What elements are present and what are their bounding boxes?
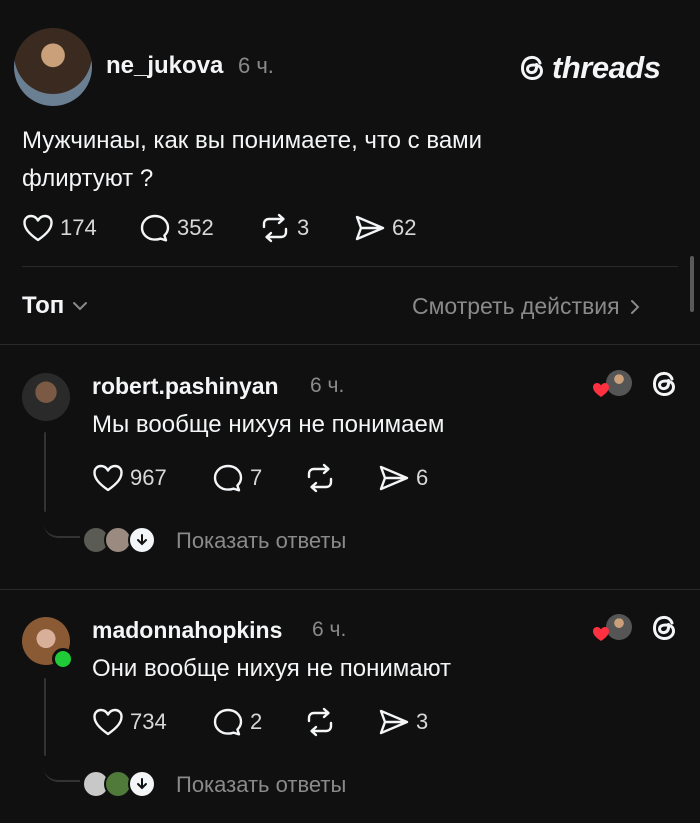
- threads-wordmark: threads: [552, 50, 661, 85]
- post-text: Мужчинаы, как вы понимаете, что с вами ф…: [22, 122, 482, 198]
- share-icon: [379, 709, 409, 735]
- reply-time: 6 ч.: [310, 374, 345, 397]
- show-replies-button[interactable]: Показать ответы: [82, 768, 402, 802]
- reply-username[interactable]: madonnahopkins: [92, 617, 282, 644]
- comment-count: 2: [250, 709, 263, 734]
- liked-by-author-badge: [592, 614, 632, 644]
- expand-replies-icon: [128, 526, 156, 554]
- like-button[interactable]: 967: [92, 463, 167, 493]
- reply-username[interactable]: robert.pashinyan: [92, 373, 279, 400]
- author-avatar[interactable]: [14, 28, 92, 106]
- view-activity-label: Смотреть действия: [412, 293, 620, 319]
- share-count: 62: [392, 215, 417, 240]
- repost-count: 3: [297, 215, 310, 240]
- share-button[interactable]: 3: [378, 707, 428, 737]
- show-replies-label: Показать ответы: [176, 528, 347, 553]
- sort-dropdown[interactable]: Топ: [22, 292, 88, 320]
- expand-replies-icon: [128, 770, 156, 798]
- like-count: 734: [130, 709, 167, 734]
- reply-time: 6 ч.: [312, 618, 347, 641]
- comment-count: 352: [177, 215, 214, 240]
- liked-by-author-badge: [592, 370, 632, 400]
- post-text-line-2: флиртуют ?: [22, 165, 154, 192]
- threads-icon[interactable]: [650, 612, 680, 644]
- like-button[interactable]: 734: [92, 707, 167, 737]
- chevron-right-icon: [630, 299, 640, 314]
- post-divider: [22, 266, 678, 267]
- threads-icon[interactable]: [650, 368, 680, 400]
- comment-count: 7: [250, 465, 263, 490]
- section-divider-1: [0, 344, 700, 345]
- repost-button[interactable]: 3: [259, 213, 309, 243]
- share-count: 6: [416, 465, 429, 490]
- threads-icon: [520, 55, 544, 81]
- comment-icon: [213, 464, 243, 492]
- comment-icon: [213, 708, 243, 736]
- online-indicator: [52, 648, 74, 670]
- show-replies-label: Показать ответы: [176, 772, 347, 797]
- show-replies-button[interactable]: Показать ответы: [82, 524, 402, 558]
- heart-icon: [93, 464, 123, 492]
- comment-button[interactable]: 7: [212, 463, 262, 493]
- repost-button[interactable]: [304, 707, 336, 737]
- share-button[interactable]: 6: [378, 463, 428, 493]
- like-button[interactable]: 174: [22, 213, 97, 243]
- repost-icon: [307, 463, 333, 493]
- reply-text: Мы вообще нихуя не понимаем: [92, 411, 445, 438]
- comment-button[interactable]: 2: [212, 707, 262, 737]
- share-button[interactable]: 62: [354, 213, 416, 243]
- post-text-line-1: Мужчинаы, как вы понимаете, что с вами: [22, 127, 483, 154]
- reply-avatar[interactable]: [22, 373, 70, 421]
- repost-button[interactable]: [304, 463, 336, 493]
- section-divider-2: [0, 589, 700, 590]
- comment-icon: [140, 214, 170, 242]
- view-activity-link[interactable]: Смотреть действия: [412, 293, 640, 320]
- heart-icon: [93, 708, 123, 736]
- thread-curve: [44, 500, 80, 538]
- like-count: 174: [60, 215, 97, 240]
- post-time: 6 ч.: [238, 53, 274, 78]
- like-count: 967: [130, 465, 167, 490]
- scrollbar[interactable]: [690, 256, 694, 312]
- sort-label: Топ: [22, 292, 65, 319]
- author-username[interactable]: ne_jukova: [106, 52, 223, 80]
- heart-icon: [23, 214, 53, 242]
- chevron-down-icon: [73, 302, 88, 311]
- thread-curve: [44, 744, 80, 782]
- share-icon: [379, 465, 409, 491]
- repost-icon: [307, 707, 333, 737]
- heart-filled-icon: [593, 627, 609, 641]
- heart-filled-icon: [593, 383, 609, 397]
- repost-icon: [262, 213, 288, 243]
- share-icon: [355, 215, 385, 241]
- reply-text: Они вообще нихуя не понимают: [92, 655, 452, 682]
- share-count: 3: [416, 709, 429, 734]
- comment-button[interactable]: 352: [139, 213, 214, 243]
- threads-logo[interactable]: threads: [518, 50, 661, 86]
